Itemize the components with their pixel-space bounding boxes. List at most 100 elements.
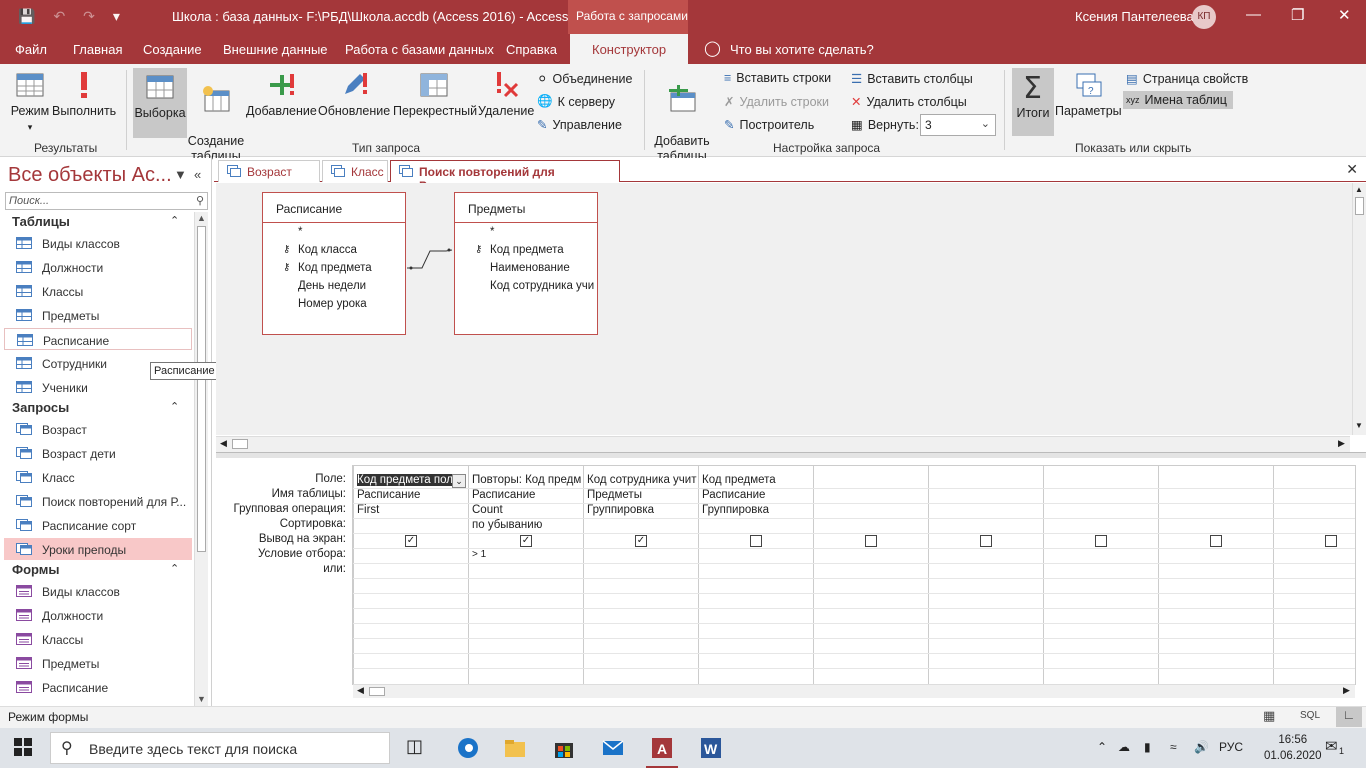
scroll-right-icon[interactable]: ▶ [1343, 685, 1350, 696]
property-sheet-button[interactable]: ▤ Страница свойств [1126, 71, 1248, 87]
view-mode-button[interactable]: Режим ▾ [4, 70, 56, 138]
scroll-right-icon[interactable]: ▶ [1338, 438, 1345, 449]
nav-form-item[interactable]: Расписание [4, 676, 192, 698]
select-query-button[interactable]: Выборка [133, 68, 187, 138]
scroll-thumb[interactable] [369, 687, 385, 696]
tell-me-search[interactable]: Что вы хотите сделать? [730, 42, 874, 57]
nav-query-item[interactable]: Возраст дети [4, 442, 192, 464]
tab-file[interactable]: Файл [15, 42, 47, 57]
scroll-up-icon[interactable]: ▲ [1355, 185, 1363, 194]
field-item[interactable]: ⚷ Код предмета [263, 262, 405, 274]
collapse-section-icon[interactable]: ⌃ [170, 562, 179, 575]
scroll-thumb[interactable] [1355, 197, 1364, 215]
totals-button[interactable]: Σ Итоги [1012, 68, 1054, 136]
edge-browser-icon[interactable] [456, 736, 480, 760]
run-button[interactable]: Выполнить [52, 70, 116, 138]
nav-query-item[interactable]: Поиск повторений для Р... [4, 490, 192, 512]
nav-scrollbar[interactable]: ▲ ▼ [194, 212, 208, 706]
nav-form-item[interactable]: Должности [4, 604, 192, 626]
delete-columns-button[interactable]: ✕ Удалить столбцы [851, 94, 967, 110]
volume-icon[interactable]: 🔊 [1194, 740, 1209, 754]
field-item[interactable]: ⚷ Код предмета [455, 244, 597, 256]
field-item[interactable]: Наименование [455, 262, 597, 274]
table-names-button[interactable]: xyz Имена таблиц [1123, 91, 1233, 109]
design-view-icon[interactable]: ∟ [1336, 707, 1362, 727]
nav-pane-title[interactable]: Все объекты Ac... [8, 164, 172, 187]
query-diagram[interactable]: Расписание * ⚷ Код класса ⚷ Код предмета Д… [216, 183, 1352, 435]
datasheet-view-icon[interactable]: ▦ [1263, 708, 1275, 724]
data-definition-button[interactable]: ✎ Управление [537, 117, 622, 133]
scroll-up-icon[interactable]: ▲ [197, 213, 206, 223]
tab-design[interactable]: Конструктор [570, 34, 688, 64]
table-box-raspisanie[interactable]: Расписание * ⚷ Код класса ⚷ Код предмета Д… [262, 192, 406, 335]
nav-form-item[interactable]: Классы [4, 628, 192, 650]
scroll-down-icon[interactable]: ▼ [197, 694, 206, 704]
customize-qat-icon[interactable]: ▾ [113, 8, 120, 25]
taskbar-search-input[interactable]: ⚲ Введите здесь текст для поиска [50, 732, 390, 764]
nav-form-item[interactable]: Предметы [4, 652, 192, 674]
parameters-button[interactable]: ? Параметры [1055, 70, 1122, 138]
notifications-icon[interactable]: ✉ [1325, 737, 1338, 755]
wifi-icon[interactable]: ≈ [1170, 740, 1177, 754]
builder-button[interactable]: ✎ Построитель [724, 117, 814, 133]
tab-database-tools[interactable]: Работа с базами данных [345, 42, 494, 57]
nav-form-item[interactable]: Виды классов [4, 580, 192, 602]
mail-icon[interactable] [601, 736, 625, 760]
scroll-down-icon[interactable]: ▼ [1355, 421, 1363, 430]
delete-rows-button[interactable]: ✗ Удалить строки [724, 94, 829, 110]
nav-section-queries[interactable]: Запросы ⌃ [12, 400, 179, 415]
word-app-icon[interactable]: W [699, 736, 723, 760]
field-item[interactable]: Код сотрудника учи [455, 280, 597, 292]
crosstab-query-button[interactable]: Перекрестный [393, 70, 477, 138]
file-explorer-icon[interactable] [503, 736, 527, 760]
collapse-section-icon[interactable]: ⌃ [170, 214, 179, 227]
nav-table-item[interactable]: Классы [4, 280, 192, 302]
diagram-horizontal-scrollbar[interactable]: ◀ ▶ [216, 436, 1350, 452]
restore-icon[interactable]: ❐ [1291, 6, 1304, 24]
undo-icon[interactable]: ↶ [53, 8, 65, 25]
show-hidden-icons-chevron[interactable]: ⌃ [1097, 740, 1107, 754]
diagram-vertical-scrollbar[interactable]: ▲ ▼ [1352, 183, 1366, 435]
search-icon[interactable]: ⚲ [196, 194, 204, 207]
show-table-button[interactable]: Добавить таблицы [652, 70, 712, 163]
nav-table-item[interactable]: Расписание [4, 328, 192, 350]
nav-menu-chevron-icon[interactable]: ▼ [174, 167, 187, 182]
return-values-dropdown[interactable]: 3 ⌄ [920, 114, 996, 136]
pass-through-button[interactable]: 🌐 К серверу [537, 94, 615, 109]
insert-columns-button[interactable]: ☰ Вставить столбцы [851, 71, 973, 87]
update-query-button[interactable]: Обновление [318, 70, 390, 138]
tab-external-data[interactable]: Внешние данные [223, 42, 328, 57]
union-query-button[interactable]: ⚪ Объединение [537, 71, 632, 87]
doc-tab[interactable]: Класс [322, 160, 388, 182]
nav-table-item[interactable]: Должности [4, 256, 192, 278]
field-item[interactable]: * [263, 226, 405, 238]
nav-query-item-selected[interactable]: Уроки преподы [4, 538, 192, 560]
user-name[interactable]: Ксения Пантелеева [1075, 9, 1194, 24]
input-language[interactable]: РУС [1219, 740, 1243, 754]
system-clock[interactable]: 16:56 01.06.2020 [1264, 732, 1322, 764]
nav-query-item[interactable]: Возраст [4, 418, 192, 440]
scroll-thumb[interactable] [197, 226, 206, 552]
nav-section-forms[interactable]: Формы ⌃ [12, 562, 179, 577]
table-box-predmety[interactable]: Предметы * ⚷ Код предмета Наименование Ко… [454, 192, 598, 335]
make-table-button[interactable]: Создание таблицы [187, 70, 245, 163]
doc-tab[interactable]: Возраст дети [218, 160, 320, 193]
sql-view-button[interactable]: SQL [1300, 710, 1320, 721]
delete-query-button[interactable]: Удаление [478, 70, 534, 138]
save-icon[interactable]: 💾 [18, 8, 35, 25]
collapse-section-icon[interactable]: ⌃ [170, 400, 179, 413]
scroll-thumb[interactable] [232, 439, 248, 449]
access-app-icon[interactable]: A [650, 736, 674, 760]
nav-search-input[interactable]: Поиск... ⚲ [5, 192, 208, 210]
store-icon[interactable] [552, 736, 576, 760]
tab-home[interactable]: Главная [73, 42, 122, 57]
avatar[interactable]: КП [1192, 5, 1216, 29]
doc-tab-active[interactable]: Поиск повторений для Расписание [390, 160, 620, 193]
close-document-icon[interactable]: ✕ [1346, 161, 1358, 178]
field-item[interactable]: Номер урока [263, 298, 405, 310]
nav-table-item[interactable]: Предметы [4, 304, 192, 326]
grid-horizontal-scrollbar[interactable]: ◀ ▶ [353, 684, 1355, 698]
minimize-icon[interactable]: — [1246, 6, 1261, 23]
table-box-title[interactable]: Расписание [263, 193, 405, 223]
tab-help[interactable]: Справка [506, 42, 557, 57]
